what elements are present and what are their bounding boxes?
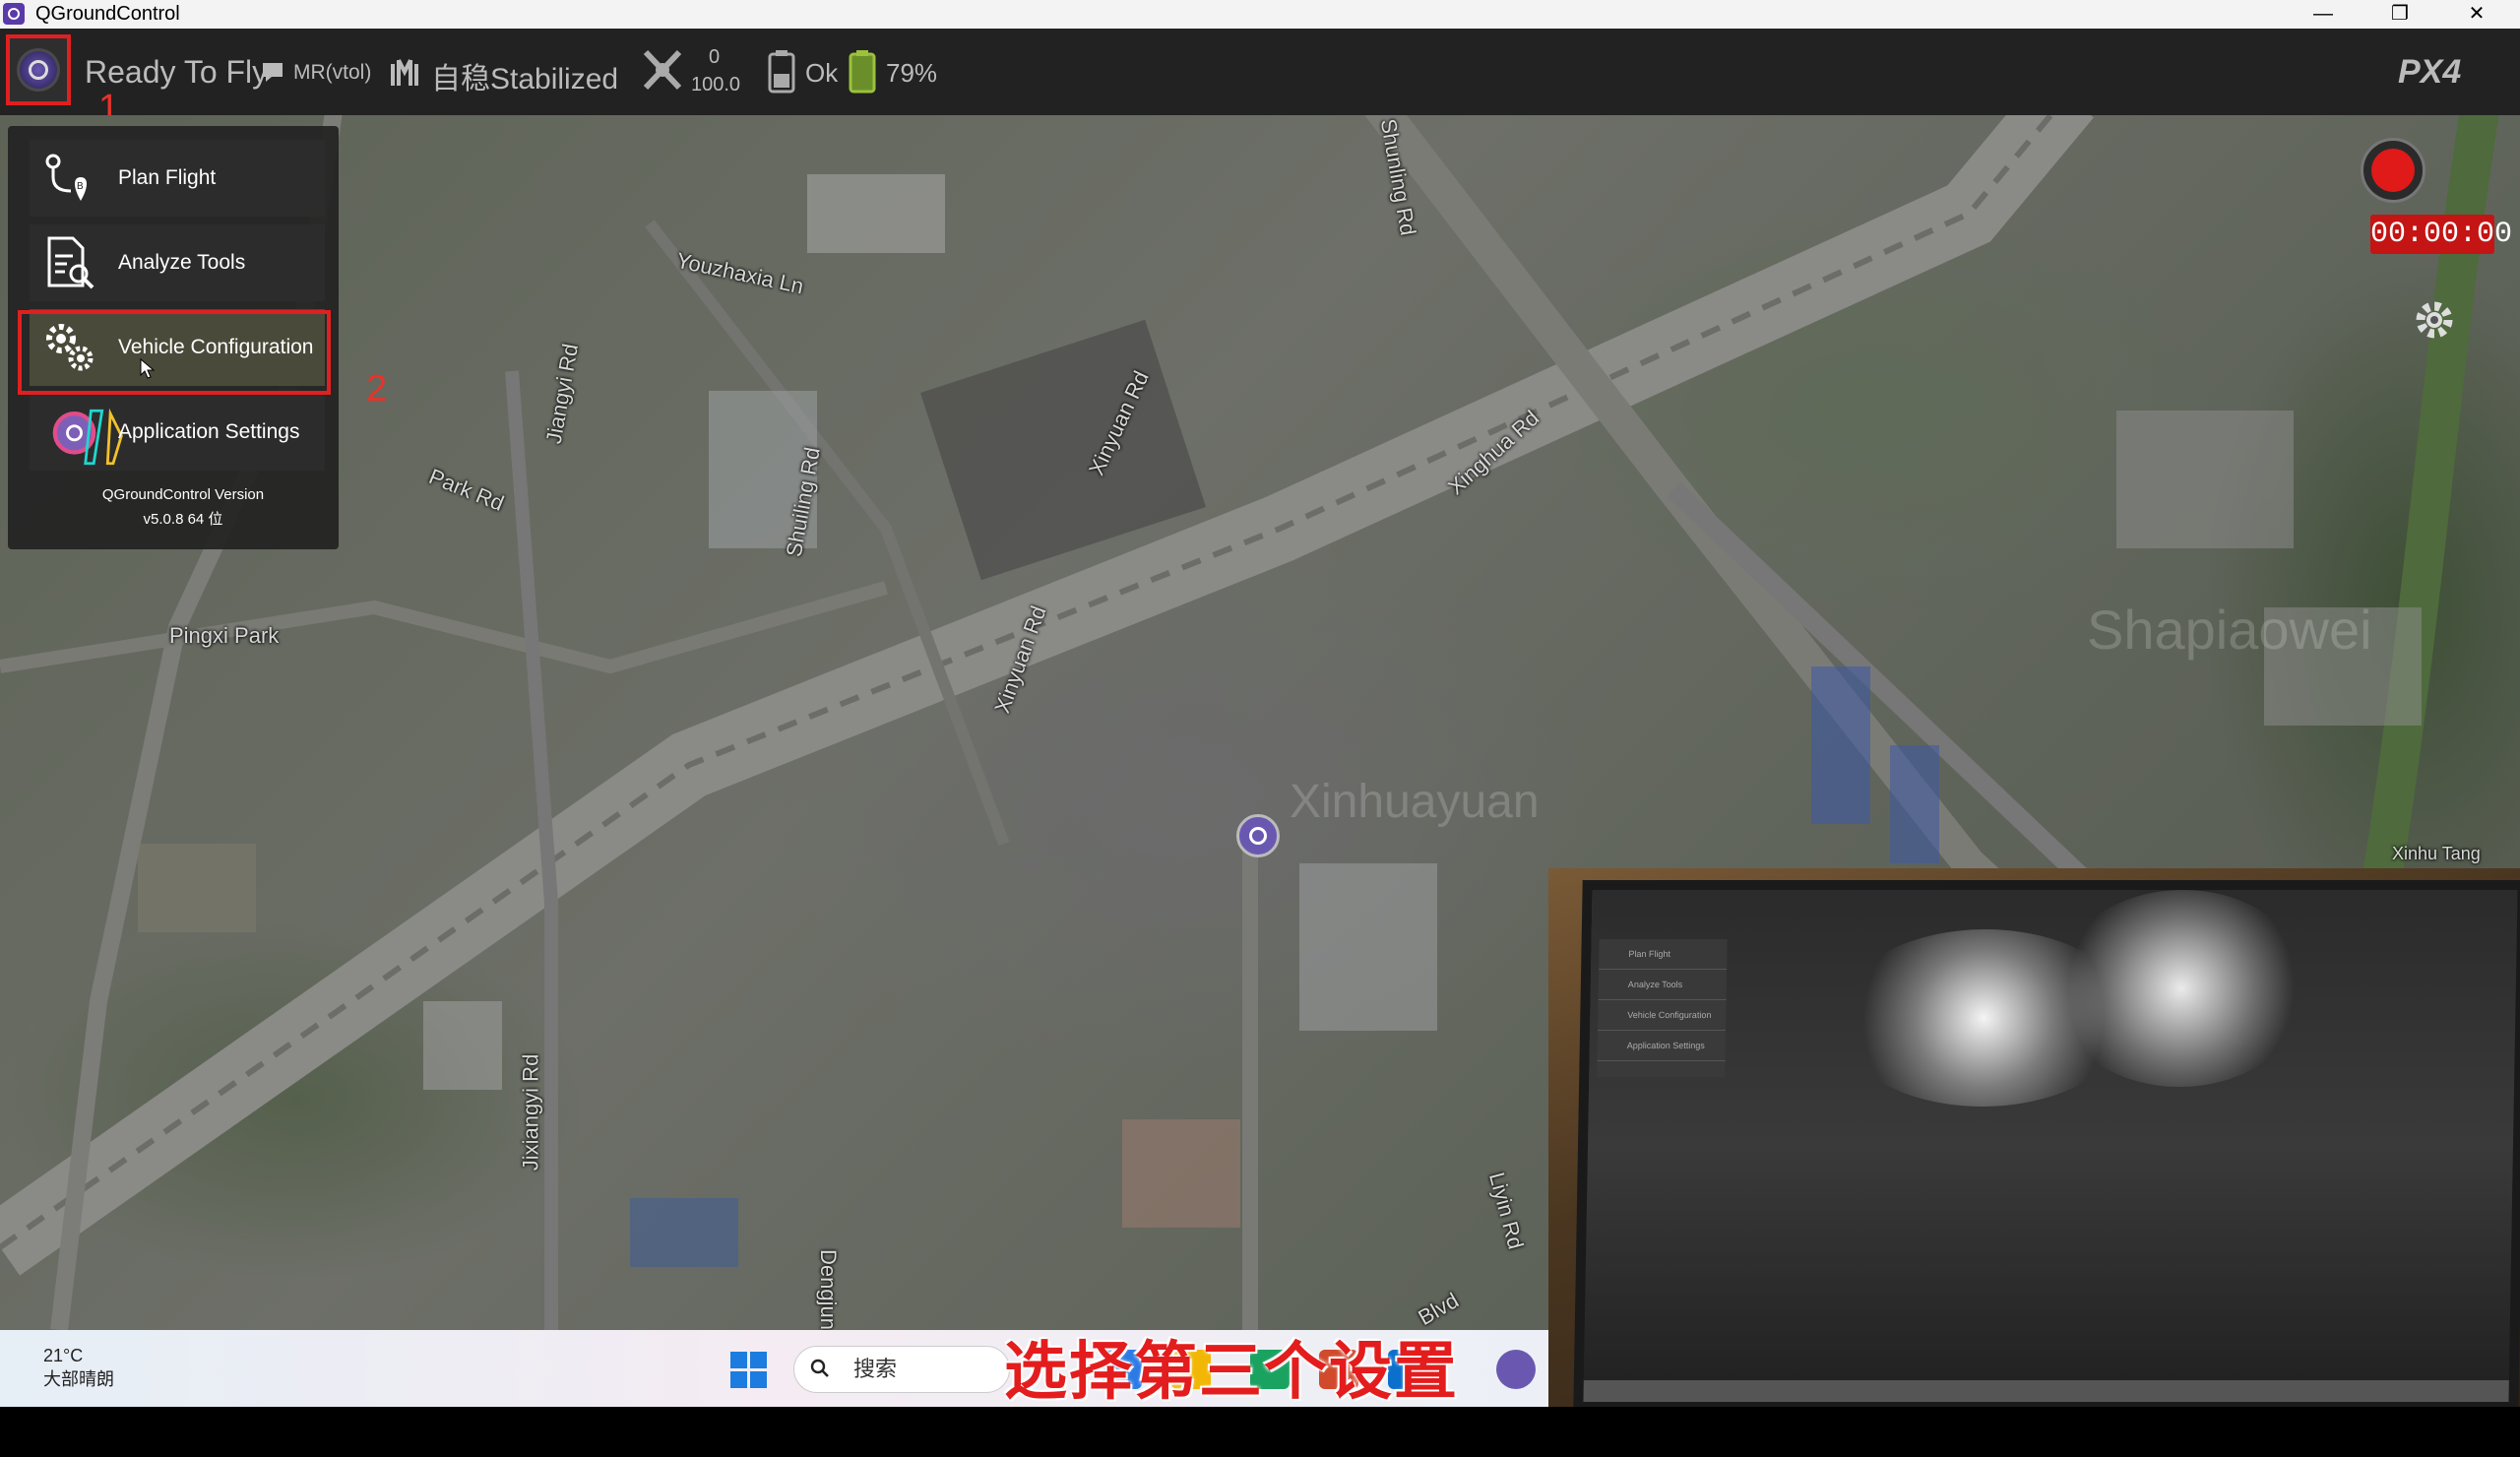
vehicle-status[interactable]: Ready To Fly xyxy=(85,54,268,91)
laptop-screen-photo: Plan Flight Analyze Tools Vehicle Config… xyxy=(1573,880,2520,1412)
window-title: QGroundControl xyxy=(35,3,180,25)
recording-timer: 00:00:00 xyxy=(2370,215,2512,254)
search-icon xyxy=(810,1359,829,1377)
menu-item-application-settings[interactable]: Application Settings xyxy=(30,394,325,471)
menu-item-plan-flight[interactable]: B Plan Flight xyxy=(30,140,325,217)
qgc-tools-menu: B Plan Flight Analyze Tools Vehicle Conf… xyxy=(8,126,339,549)
photo-mini-menu: Plan Flight Analyze Tools Vehicle Config… xyxy=(1597,939,1728,1077)
close-button[interactable]: ✕ xyxy=(2453,0,2500,29)
taskbar-search[interactable]: 搜索 xyxy=(793,1346,1010,1393)
vehicle-type[interactable]: MR(vtol) xyxy=(293,61,371,85)
rc-signal-icon[interactable] xyxy=(640,46,685,94)
map-label-shapiaowei: Shapiaowei xyxy=(2087,599,2372,661)
menu-item-label: Analyze Tools xyxy=(118,251,246,274)
weather-temperature: 21°C xyxy=(43,1346,84,1365)
battery-icon[interactable] xyxy=(849,50,876,94)
qgc-logo-icon xyxy=(17,48,60,92)
photo-menu-item: Application Settings xyxy=(1597,1031,1727,1061)
menu-item-label: Application Settings xyxy=(118,420,300,443)
analyze-tools-icon xyxy=(47,236,94,289)
map-settings-gear-icon[interactable] xyxy=(2410,295,2459,345)
menu-item-vehicle-configuration[interactable]: Vehicle Configuration xyxy=(30,309,325,386)
photo-taskbar xyxy=(1583,1380,2509,1402)
letterbox-bar xyxy=(0,1407,2520,1457)
rc-rssi-top: 0 xyxy=(709,46,721,68)
battery-percent: 79% xyxy=(886,58,938,88)
weather-condition: 大部晴朗 xyxy=(43,1369,114,1389)
px4-logo: PX4 xyxy=(2398,53,2462,91)
windows-start-icon[interactable] xyxy=(730,1352,768,1389)
weather-widget[interactable]: 21°C 大部晴朗 xyxy=(43,1344,114,1391)
camera-photo-inset: Plan Flight Analyze Tools Vehicle Config… xyxy=(1548,868,2520,1415)
record-button[interactable] xyxy=(2361,138,2426,203)
menu-item-analyze-tools[interactable]: Analyze Tools xyxy=(30,224,325,301)
plan-flight-icon: B xyxy=(45,154,87,201)
flight-mode[interactable]: 自稳Stabilized xyxy=(431,54,618,97)
qgc-toolbar: 1 Ready To Fly MR(vtol) 自稳Stabilized 0 1… xyxy=(0,29,2520,129)
version-number: v5.0.8 64 位 xyxy=(143,511,223,528)
search-placeholder: 搜索 xyxy=(853,1357,898,1381)
menu-item-label: Plan Flight xyxy=(118,166,217,189)
photo-menu-item: Vehicle Configuration xyxy=(1598,1000,1727,1031)
map-label-jixiangyi: Jixiangyi Rd xyxy=(518,1053,543,1172)
video-subtitle: 选择第三个设置 xyxy=(1004,1336,1459,1409)
photo-menu-item: Plan Flight xyxy=(1599,939,1728,970)
minimize-button[interactable]: — xyxy=(2300,0,2347,29)
screen-glare xyxy=(2051,890,2311,1087)
mouse-cursor-icon xyxy=(140,358,156,379)
version-label: QGroundControl Version xyxy=(101,486,265,503)
map-label-xinhuayuan: Xinhuayuan xyxy=(1290,776,1540,828)
map-label-dengjun: Dengjun xyxy=(815,1249,841,1330)
qgc-main-menu-button[interactable] xyxy=(6,34,71,105)
record-dot-icon xyxy=(2371,149,2415,192)
svg-text:B: B xyxy=(77,181,84,192)
rc-rssi-value: 100.0 xyxy=(691,74,741,95)
gps-status: Ok xyxy=(805,58,839,88)
restore-button[interactable]: ❐ xyxy=(2376,0,2424,29)
qgc-app-icon xyxy=(3,3,25,25)
gps-device-icon[interactable] xyxy=(768,50,795,94)
map-label-xinhu-tang: Xinhu Tang xyxy=(2392,844,2481,863)
taskbar-qgc-icon[interactable] xyxy=(1496,1350,1536,1389)
annotation-number-2: 2 xyxy=(366,368,388,410)
flight-mode-icon xyxy=(391,59,418,86)
message-icon[interactable] xyxy=(262,62,284,82)
vehicle-position-marker[interactable] xyxy=(1236,814,1280,857)
photo-menu-item: Analyze Tools xyxy=(1598,970,1728,1000)
vehicle-config-gear-icon xyxy=(46,324,94,371)
map-label-pingxi-park: Pingxi Park xyxy=(169,623,280,648)
window-titlebar: QGroundControl — ❐ ✕ xyxy=(0,0,2520,29)
